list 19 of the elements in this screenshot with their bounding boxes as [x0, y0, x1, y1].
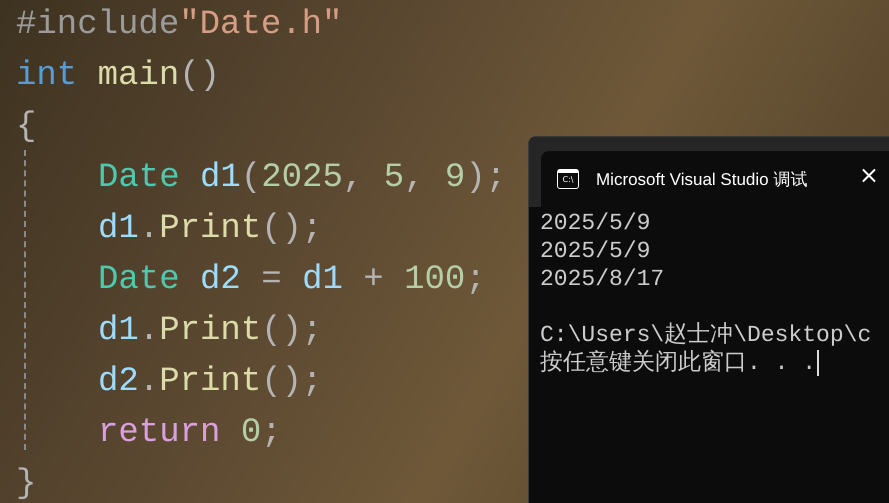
- console-output: 2025/8/17: [540, 265, 664, 293]
- console-output: 2025/5/9: [540, 209, 650, 237]
- window-title: Microsoft Visual Studio 调试: [596, 168, 808, 190]
- code-line: {: [16, 107, 36, 148]
- code-line: d1.Print();: [98, 311, 322, 352]
- code-line: Date d2 = d1 + 100;: [98, 260, 486, 301]
- console-prompt: 按任意键关闭此窗口. . .: [540, 349, 816, 377]
- close-button[interactable]: ×: [852, 161, 885, 189]
- code-line: }: [16, 464, 36, 503]
- console-icon: C:\: [557, 169, 579, 189]
- code-line: Date d1(2025, 5, 9);: [98, 158, 506, 199]
- console-path: C:\Users\赵士冲\Desktop\c: [540, 321, 872, 349]
- code-line: d2.Print();: [98, 362, 322, 403]
- code-line: #include"Date.h": [16, 5, 342, 46]
- code-line: d1.Print();: [98, 209, 322, 250]
- text-cursor: [817, 350, 820, 376]
- code-line: int main(): [16, 56, 220, 97]
- code-line: return 0;: [98, 413, 282, 454]
- console-output: 2025/5/9: [540, 237, 650, 265]
